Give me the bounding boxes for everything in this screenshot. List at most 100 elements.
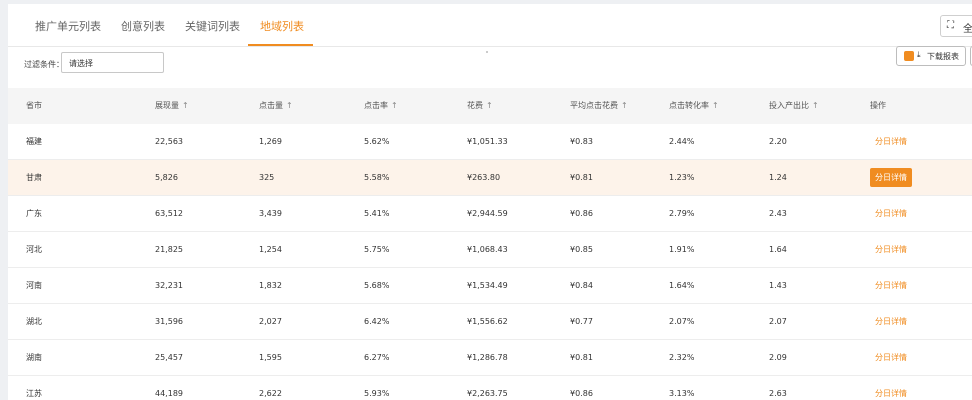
table-row: 江苏 44,189 2,622 5.93% ¥2,263.75 ¥0.86 3.13% 2.6… (8, 376, 972, 400)
roi-cell: 2.07 (769, 317, 787, 326)
daily-detail-link[interactable]: 分日详情 (875, 232, 907, 267)
table-row: 河北 21,825 1,254 5.75% ¥1,068.43 ¥0.85 1.91% 1.6… (8, 232, 972, 268)
cost-cell: ¥1,286.78 (467, 353, 508, 362)
loading-dot (486, 51, 488, 53)
cost-cell: ¥2,263.75 (467, 389, 508, 398)
conversion-rate-cell: 2.44% (669, 137, 695, 146)
column-header-label: 点击量 (259, 101, 283, 110)
fullscreen-label: 全 (963, 24, 972, 35)
sort-icon[interactable]: ↑ (286, 101, 293, 110)
col-ctr-header[interactable]: 点击率 ↑ (364, 88, 398, 124)
ctr-cell: 5.58% (364, 173, 390, 182)
col-avg-cpc-header[interactable]: 平均点击花费 ↑ (570, 88, 628, 124)
region-cell: 甘肃 (26, 173, 42, 182)
table-body: 福建 22,563 1,269 5.62% ¥1,051.33 ¥0.83 2.44% 2.2… (8, 124, 972, 400)
sort-icon[interactable]: ↑ (621, 101, 628, 110)
clicks-cell: 325 (259, 173, 275, 182)
column-header-label: 展现量 (155, 101, 179, 110)
roi-cell: 1.24 (769, 173, 787, 182)
download-report-label: 下载报表 (927, 52, 959, 61)
daily-detail-link[interactable]: 分日详情 (875, 304, 907, 339)
region-cell: 广东 (26, 209, 42, 218)
conversion-rate-cell: 2.32% (669, 353, 695, 362)
cost-cell: ¥1,068.43 (467, 245, 508, 254)
region-cell: 河南 (26, 281, 42, 290)
sort-icon[interactable]: ↑ (812, 101, 819, 110)
ctr-cell: 5.93% (364, 389, 390, 398)
table-row: 河南 32,231 1,832 5.68% ¥1,534.49 ¥0.84 1.64% 1.4… (8, 268, 972, 304)
roi-cell: 2.09 (769, 353, 787, 362)
impressions-cell: 63,512 (155, 209, 183, 218)
avg-cpc-cell: ¥0.84 (570, 281, 593, 290)
clicks-cell: 3,439 (259, 209, 282, 218)
roi-cell: 2.63 (769, 389, 787, 398)
daily-detail-button[interactable]: 分日详情 (870, 168, 912, 187)
daily-detail-link[interactable]: 分日详情 (875, 340, 907, 375)
cost-cell: ¥1,534.49 (467, 281, 508, 290)
expand-icon: ⛶ (947, 20, 954, 31)
cost-cell: ¥1,556.62 (467, 317, 508, 326)
sort-icon[interactable]: ↑ (182, 101, 189, 110)
ctr-cell: 5.75% (364, 245, 390, 254)
clicks-cell: 1,595 (259, 353, 282, 362)
impressions-cell: 5,826 (155, 173, 178, 182)
download-report-button[interactable]: ⤓ 下载报表 (896, 46, 966, 66)
table-row: 福建 22,563 1,269 5.62% ¥1,051.33 ¥0.83 2.44% 2.2… (8, 124, 972, 160)
download-icon: ⤓ (917, 50, 921, 59)
roi-cell: 2.43 (769, 209, 787, 218)
avg-cpc-cell: ¥0.77 (570, 317, 593, 326)
region-cell: 江苏 (26, 389, 42, 398)
impressions-cell: 22,563 (155, 137, 183, 146)
filter-label: 过滤条件： (24, 60, 64, 69)
col-region-header: 省市 (26, 88, 42, 124)
ctr-cell: 6.42% (364, 317, 390, 326)
avg-cpc-cell: ¥0.81 (570, 173, 593, 182)
conversion-rate-cell: 3.13% (669, 389, 695, 398)
filter-select[interactable]: 请选择 (61, 52, 164, 73)
sort-icon[interactable]: ↑ (712, 101, 719, 110)
col-clicks-header[interactable]: 点击量 ↑ (259, 88, 293, 124)
daily-detail-link[interactable]: 分日详情 (875, 196, 907, 231)
clicks-cell: 1,832 (259, 281, 282, 290)
col-conversion-rate-header[interactable]: 点击转化率 ↑ (669, 88, 719, 124)
col-roi-header[interactable]: 投入产出比 ↑ (769, 88, 819, 124)
fullscreen-button[interactable]: ⛶ 全 (940, 15, 972, 37)
daily-detail-link[interactable]: 分日详情 (875, 376, 907, 400)
column-header-label: 投入产出比 (769, 101, 809, 110)
column-header-label: 花费 (467, 101, 483, 110)
avg-cpc-cell: ¥0.85 (570, 245, 593, 254)
table-row: 湖北 31,596 2,027 6.42% ¥1,556.62 ¥0.77 2.07% 2.0… (8, 304, 972, 340)
conversion-rate-cell: 2.07% (669, 317, 695, 326)
avg-cpc-cell: ¥0.86 (570, 389, 593, 398)
cost-cell: ¥263.80 (467, 173, 501, 182)
conversion-rate-cell: 1.23% (669, 173, 695, 182)
daily-detail-link[interactable]: 分日详情 (875, 124, 907, 159)
cost-cell: ¥1,051.33 (467, 137, 508, 146)
roi-cell: 1.43 (769, 281, 787, 290)
col-impressions-header[interactable]: 展现量 ↑ (155, 88, 189, 124)
region-cell: 福建 (26, 137, 42, 146)
impressions-cell: 25,457 (155, 353, 183, 362)
clicks-cell: 2,027 (259, 317, 282, 326)
table-row: 甘肃 5,826 325 5.58% ¥263.80 ¥0.81 1.23% 1.24 分日详情 (8, 160, 972, 196)
sort-icon[interactable]: ↑ (391, 101, 398, 110)
table-header: 省市 展现量 ↑ 点击量 ↑ 点击率 ↑ 花费 ↑ 平均点击花费 ↑ 点击转化率 ↑ 投入产出比 ↑ 操作 (8, 88, 972, 124)
tab-region-list[interactable]: 地域列表 (260, 18, 304, 34)
tab-creative-list[interactable]: 创意列表 (121, 18, 165, 34)
region-cell: 湖北 (26, 317, 42, 326)
sort-icon[interactable]: ↑ (486, 101, 493, 110)
clicks-cell: 2,622 (259, 389, 282, 398)
daily-detail-link[interactable]: 分日详情 (875, 268, 907, 303)
col-cost-header[interactable]: 花费 ↑ (467, 88, 493, 124)
main-panel: 推广单元列表 创意列表 关键词列表 地域列表 ⛶ 全 过滤条件： 请选择 ⤓ 下… (8, 4, 972, 400)
impressions-cell: 21,825 (155, 245, 183, 254)
tab-bar: 推广单元列表 创意列表 关键词列表 地域列表 ⛶ 全 (8, 4, 972, 47)
roi-cell: 2.20 (769, 137, 787, 146)
impressions-cell: 44,189 (155, 389, 183, 398)
ctr-cell: 5.68% (364, 281, 390, 290)
region-cell: 湖南 (26, 353, 42, 362)
tab-unit-list[interactable]: 推广单元列表 (35, 18, 101, 34)
tab-keyword-list[interactable]: 关键词列表 (185, 18, 240, 34)
table-row: 湖南 25,457 1,595 6.27% ¥1,286.78 ¥0.81 2.32% 2.0… (8, 340, 972, 376)
table-row: 广东 63,512 3,439 5.41% ¥2,944.59 ¥0.86 2.79% 2.4… (8, 196, 972, 232)
